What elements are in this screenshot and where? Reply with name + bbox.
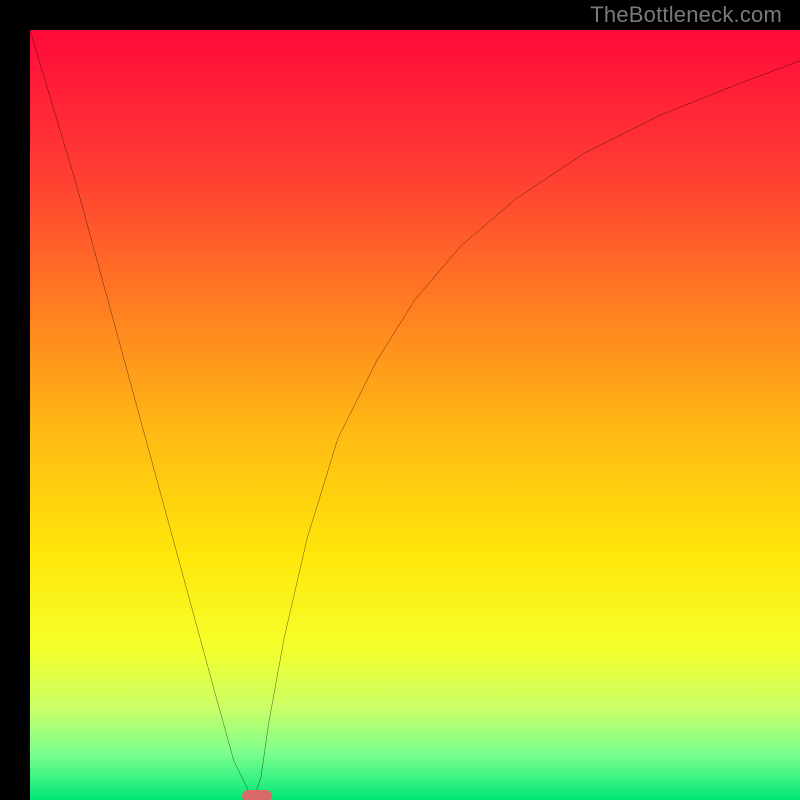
optimum-marker: [242, 790, 272, 800]
plot-area: [30, 30, 800, 800]
chart-frame: [15, 15, 785, 785]
watermark-text: TheBottleneck.com: [590, 2, 782, 28]
bottleneck-curve: [30, 30, 800, 800]
